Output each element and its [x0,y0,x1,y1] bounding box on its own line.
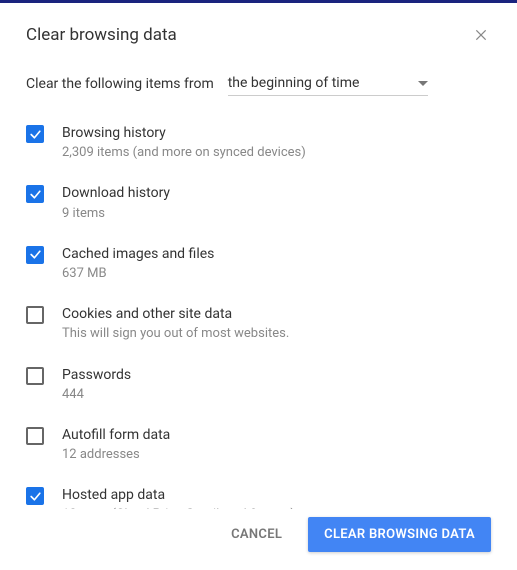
option-row: Hosted app data 10 apps (Cloud Print, Gma… [26,486,491,509]
option-row: Cached images and files 637 MB [26,245,491,283]
option-text: Download history 9 items [62,184,491,222]
options-list: Browsing history 2,309 items (and more on… [26,124,491,509]
option-text: Browsing history 2,309 items (and more on… [62,124,491,162]
option-label: Download history [62,184,491,202]
option-checkbox[interactable] [26,185,44,203]
option-subtext: 637 MB [62,265,491,283]
option-checkbox[interactable] [26,306,44,324]
cancel-button[interactable]: CANCEL [215,517,298,552]
option-subtext: This will sign you out of most websites. [62,325,491,343]
dialog-header: Clear browsing data [26,25,491,45]
close-icon [474,28,488,42]
option-row: Passwords 444 [26,366,491,404]
option-subtext: 9 items [62,205,491,223]
option-label: Cached images and files [62,245,491,263]
clear-browsing-data-dialog: Clear browsing data Clear the following … [0,0,517,570]
option-checkbox[interactable] [26,367,44,385]
time-range-value: the beginning of time [228,75,360,91]
option-subtext: 444 [62,386,491,404]
option-label: Hosted app data [62,486,491,504]
option-row: Autofill form data 12 addresses [26,426,491,464]
option-row: Browsing history 2,309 items (and more on… [26,124,491,162]
option-subtext: 10 apps (Cloud Print, Gmail, and 8 more) [62,506,491,509]
option-text: Cookies and other site data This will sig… [62,305,491,343]
option-checkbox[interactable] [26,125,44,143]
option-subtext: 12 addresses [62,446,491,464]
option-checkbox[interactable] [26,246,44,264]
dialog-title: Clear browsing data [26,25,177,45]
option-row: Cookies and other site data This will sig… [26,305,491,343]
option-label: Cookies and other site data [62,305,491,323]
time-range-select[interactable]: the beginning of time [228,71,428,96]
option-text: Hosted app data 10 apps (Cloud Print, Gma… [62,486,491,509]
subheader-row: Clear the following items from the begin… [26,71,491,96]
option-label: Passwords [62,366,491,384]
chevron-down-icon [418,75,428,91]
option-label: Autofill form data [62,426,491,444]
option-label: Browsing history [62,124,491,142]
option-checkbox[interactable] [26,427,44,445]
option-subtext: 2,309 items (and more on synced devices) [62,144,491,162]
option-text: Autofill form data 12 addresses [62,426,491,464]
subheader-text: Clear the following items from [26,76,214,92]
option-text: Passwords 444 [62,366,491,404]
option-row: Download history 9 items [26,184,491,222]
option-checkbox[interactable] [26,487,44,505]
close-button[interactable] [471,25,491,45]
dialog-footer: CANCEL CLEAR BROWSING DATA [26,517,491,552]
option-text: Cached images and files 637 MB [62,245,491,283]
clear-browsing-data-button[interactable]: CLEAR BROWSING DATA [308,517,491,552]
